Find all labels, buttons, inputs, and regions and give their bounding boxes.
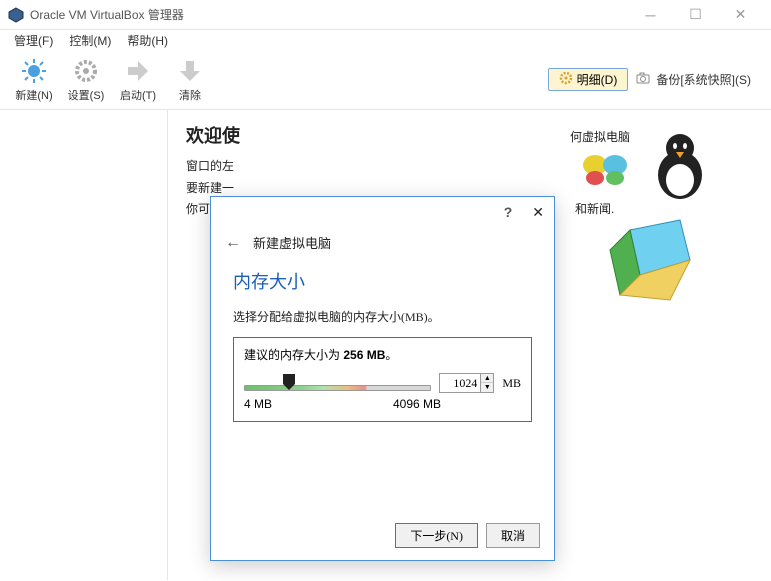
arrow-right-icon — [124, 57, 152, 85]
sun-icon — [20, 57, 48, 85]
window-titlebar: Oracle VM VirtualBox 管理器 ─ ☐ ✕ — [0, 0, 771, 30]
slider-thumb[interactable] — [283, 374, 295, 390]
slider-labels: 4 MB 4096 MB — [244, 397, 521, 411]
dialog-close-button[interactable]: ✕ — [532, 204, 544, 221]
menu-manage[interactable]: 管理(F) — [6, 30, 61, 51]
maximize-button[interactable]: ☐ — [673, 0, 718, 29]
welcome-right1: 何虚拟电脑 — [570, 128, 630, 145]
detail-label: 明细(D) — [577, 71, 618, 88]
start-label: 启动(T) — [120, 87, 156, 103]
min-label: 4 MB — [244, 397, 272, 411]
dialog-titlebar: ? ✕ — [211, 197, 554, 227]
menu-help[interactable]: 帮助(H) — [119, 30, 176, 51]
start-button[interactable]: 启动(T) — [112, 53, 164, 107]
section-desc: 选择分配给虚拟电脑的内存大小(MB)。 — [233, 308, 532, 325]
new-label: 新建(N) — [15, 87, 52, 103]
window-controls: ─ ☐ ✕ — [628, 0, 763, 29]
settings-button[interactable]: 设置(S) — [60, 53, 112, 107]
menu-control[interactable]: 控制(M) — [61, 30, 119, 51]
main-area: 欢迎使 窗口的左 要新建一 你可以按 何虚拟电脑 和新闻. ? ✕ ← 新建虚拟… — [0, 110, 771, 580]
settings-label: 设置(S) — [68, 87, 105, 103]
butterfly-graphic — [580, 150, 630, 190]
detail-button[interactable]: 明细(D) — [548, 68, 629, 91]
toolbar: 新建(N) 设置(S) 启动(T) 清除 明细(D) 备份[系统快照](S) — [0, 50, 771, 110]
dialog-header: ← 新建虚拟电脑 — [211, 227, 554, 258]
back-icon[interactable]: ← — [225, 234, 241, 252]
dialog-help-button[interactable]: ? — [504, 204, 513, 220]
spinner-down[interactable]: ▼ — [481, 383, 493, 392]
camera-icon — [636, 72, 650, 87]
snapshot-label: 备份[系统快照](S) — [656, 71, 751, 88]
arrow-down-icon — [176, 57, 204, 85]
memory-input[interactable] — [440, 376, 480, 391]
toolbar-right: 明细(D) 备份[系统快照](S) — [548, 68, 763, 91]
memory-slider-row: ▲ ▼ MB — [244, 373, 521, 393]
gear-icon — [72, 57, 100, 85]
recommend-text: 建议的内存大小为 256 MB。 — [244, 346, 521, 363]
dialog-header-title: 新建虚拟电脑 — [253, 233, 331, 252]
app-icon — [8, 7, 24, 23]
penguin-graphic — [650, 130, 710, 200]
create-vm-dialog: ? ✕ ← 新建虚拟电脑 内存大小 选择分配给虚拟电脑的内存大小(MB)。 建议… — [210, 196, 555, 561]
window-title: Oracle VM VirtualBox 管理器 — [30, 6, 628, 23]
snapshot-button[interactable]: 备份[系统快照](S) — [636, 71, 751, 88]
next-button[interactable]: 下一步(N) — [395, 523, 478, 548]
dialog-footer: 下一步(N) 取消 — [395, 523, 540, 548]
max-label: 4096 MB — [393, 397, 441, 411]
unit-label: MB — [502, 376, 521, 391]
cube-graphic — [590, 200, 710, 320]
close-button[interactable]: ✕ — [718, 0, 763, 29]
dialog-body: 内存大小 选择分配给虚拟电脑的内存大小(MB)。 建议的内存大小为 256 MB… — [211, 258, 554, 432]
cancel-button[interactable]: 取消 — [486, 523, 540, 548]
memory-slider[interactable] — [244, 374, 431, 392]
section-title: 内存大小 — [233, 268, 532, 294]
gear-small-icon — [559, 71, 573, 88]
menubar: 管理(F) 控制(M) 帮助(H) — [0, 30, 771, 50]
clear-label: 清除 — [179, 87, 201, 103]
vm-list-pane[interactable] — [0, 110, 168, 580]
spinner-up[interactable]: ▲ — [481, 374, 493, 383]
clear-button[interactable]: 清除 — [164, 53, 216, 107]
new-button[interactable]: 新建(N) — [8, 53, 60, 107]
memory-config-box: 建议的内存大小为 256 MB。 ▲ ▼ — [233, 337, 532, 422]
minimize-button[interactable]: ─ — [628, 0, 673, 29]
memory-spinner[interactable]: ▲ ▼ — [439, 373, 494, 393]
